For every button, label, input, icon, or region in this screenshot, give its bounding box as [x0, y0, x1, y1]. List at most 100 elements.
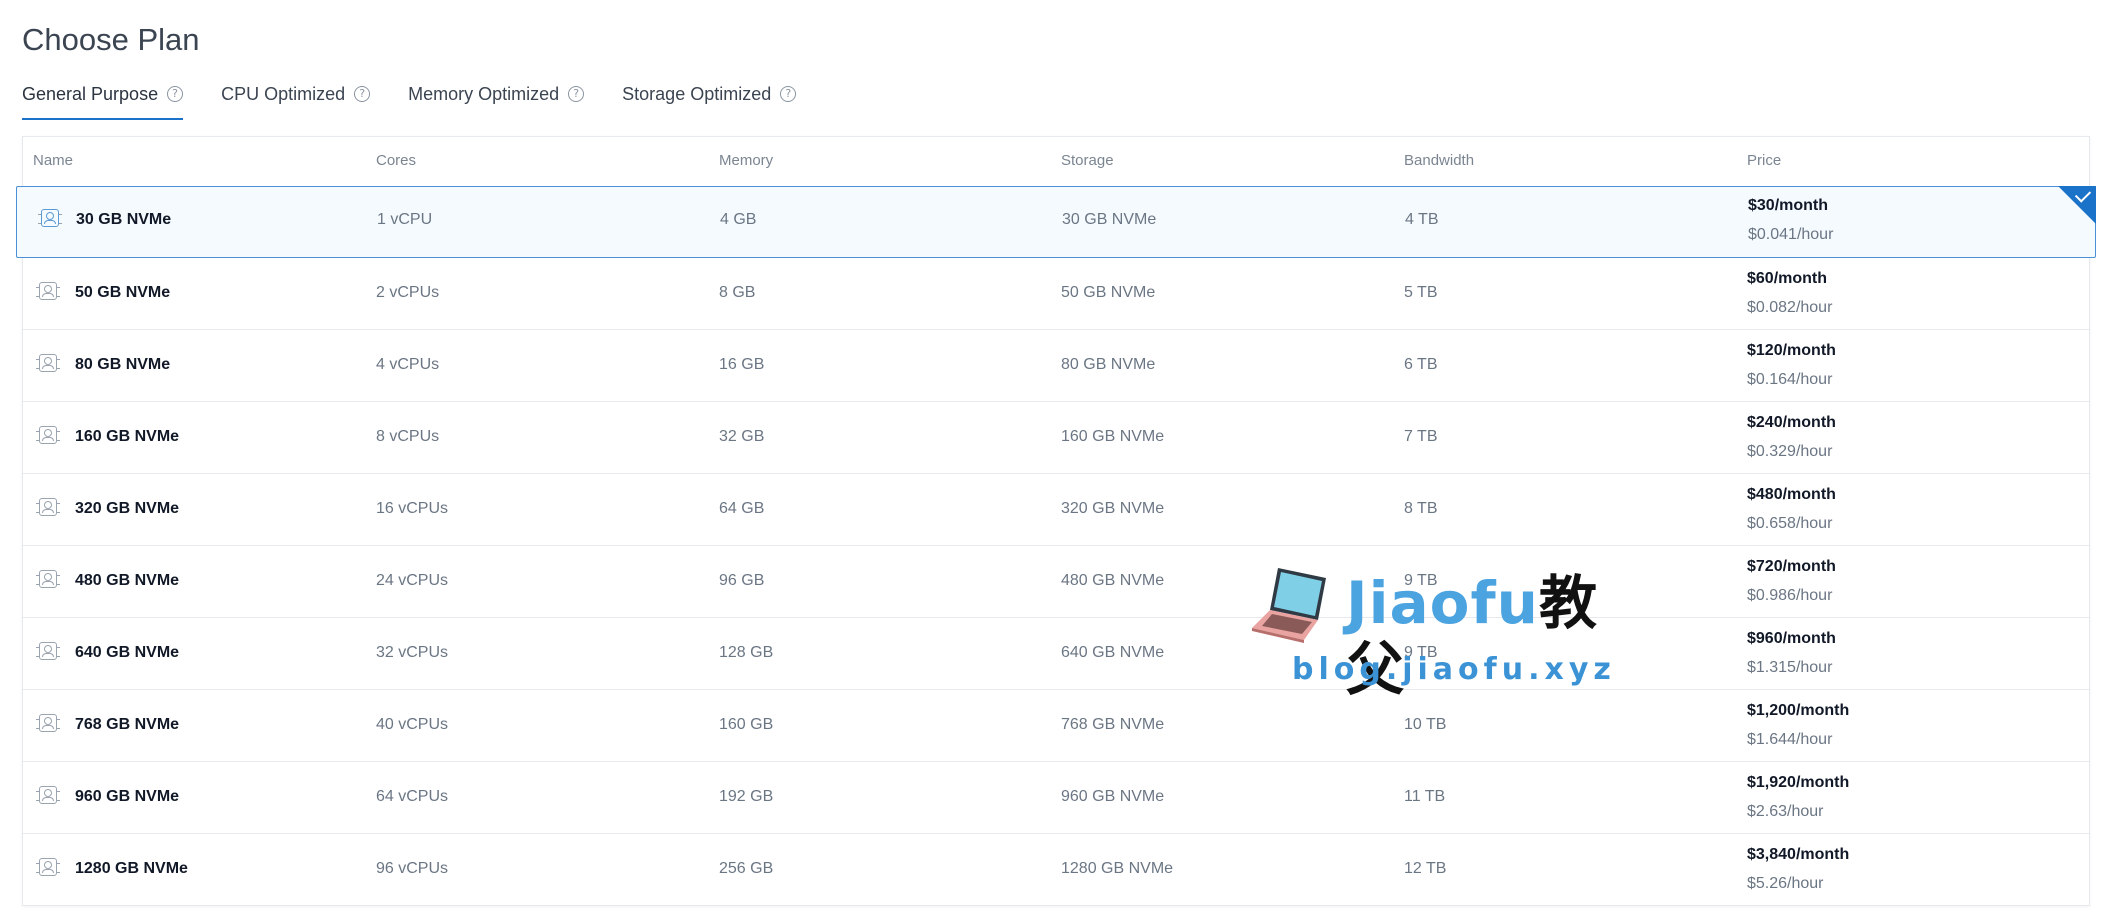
plan-name: 50 GB NVMe	[75, 284, 171, 301]
plan-price-hour: $5.26/hour	[1747, 875, 1824, 892]
question-circle-icon[interactable]: ?	[167, 86, 184, 102]
tab-general-purpose[interactable]: General Purpose ?	[22, 82, 184, 120]
plan-price-month: $960/month	[1747, 630, 1836, 647]
plan-name: 768 GB NVMe	[75, 716, 180, 733]
plan-storage: 50 GB NVMe	[1061, 284, 1156, 301]
plan-row[interactable]: 480 GB NVMe 24 vCPUs 96 GB 480 GB NVMe 9 TB $…	[23, 545, 2089, 618]
plan-row[interactable]: 1280 GB NVMe 96 vCPUs 256 GB 1280 GB NVMe 12…	[23, 833, 2089, 906]
plan-memory: 32 GB	[719, 428, 765, 445]
plan-row[interactable]: 160 GB NVMe 8 vCPUs 32 GB 160 GB NVMe 7 TB $2…	[23, 401, 2089, 474]
plan-name: 1280 GB NVMe	[75, 860, 188, 877]
tab-storage-optimized[interactable]: Storage Optimized ?	[622, 82, 797, 120]
tab-label: CPU Optimized	[221, 84, 346, 104]
plan-cores: 2 vCPUs	[376, 284, 440, 301]
question-circle-icon[interactable]: ?	[354, 86, 371, 102]
plan-memory: 256 GB	[719, 860, 774, 877]
plan-bandwidth: 4 TB	[1405, 211, 1439, 228]
plan-price-month: $1,200/month	[1747, 702, 1850, 719]
plan-price-hour: $1.315/hour	[1747, 659, 1833, 676]
plan-name: 30 GB NVMe	[76, 211, 172, 228]
choose-plan-page: Choose Plan General Purpose ? CPU Optimi…	[0, 0, 2108, 920]
plan-bandwidth: 9 TB	[1404, 644, 1438, 661]
plan-row[interactable]: 320 GB NVMe 16 vCPUs 64 GB 320 GB NVMe 8 TB $…	[23, 473, 2089, 546]
server-chip-icon	[36, 714, 60, 732]
plan-cores: 32 vCPUs	[376, 644, 449, 661]
plan-row[interactable]: 768 GB NVMe 40 vCPUs 160 GB 768 GB NVMe 10 T…	[23, 689, 2089, 762]
plan-storage: 640 GB NVMe	[1061, 644, 1165, 661]
plan-storage: 80 GB NVMe	[1061, 356, 1156, 373]
page-title: Choose Plan	[22, 22, 200, 57]
plan-row[interactable]: 80 GB NVMe 4 vCPUs 16 GB 80 GB NVMe 6 TB $120…	[23, 329, 2089, 402]
server-chip-icon	[38, 209, 62, 227]
plans-table: Name Cores Memory Storage Bandwidth Pric…	[16, 136, 2096, 906]
plan-price-hour: $0.986/hour	[1747, 587, 1833, 604]
plan-row[interactable]: 50 GB NVMe 2 vCPUs 8 GB 50 GB NVMe 5 TB $60/m…	[23, 257, 2089, 330]
server-chip-icon	[36, 858, 60, 876]
tab-label: Storage Optimized	[622, 84, 772, 104]
server-chip-icon	[36, 426, 60, 444]
column-header-bandwidth: Bandwidth	[1404, 152, 1475, 169]
plan-row[interactable]: 30 GB NVMe 1 vCPU 4 GB 30 GB NVMe 4 TB $30/mo…	[16, 186, 2096, 258]
column-header-cores: Cores	[376, 152, 417, 169]
plan-bandwidth: 7 TB	[1404, 428, 1438, 445]
plan-memory: 64 GB	[719, 500, 765, 517]
plan-name: 640 GB NVMe	[75, 644, 180, 661]
plan-bandwidth: 12 TB	[1404, 860, 1447, 877]
plan-cores: 24 vCPUs	[376, 572, 449, 589]
plan-storage: 1280 GB NVMe	[1061, 860, 1174, 877]
plan-memory: 4 GB	[720, 211, 757, 228]
plan-memory: 8 GB	[719, 284, 756, 301]
plan-cores: 64 vCPUs	[376, 788, 449, 805]
server-chip-icon	[36, 786, 60, 804]
plan-price-month: $720/month	[1747, 558, 1836, 575]
plan-price-month: $480/month	[1747, 486, 1836, 503]
plan-price-hour: $0.329/hour	[1747, 443, 1833, 460]
plan-bandwidth: 5 TB	[1404, 284, 1438, 301]
server-chip-icon	[36, 354, 60, 372]
plan-name: 80 GB NVMe	[75, 356, 171, 373]
question-circle-icon[interactable]: ?	[780, 86, 797, 102]
plan-storage: 480 GB NVMe	[1061, 572, 1165, 589]
tab-cpu-optimized[interactable]: CPU Optimized ?	[221, 82, 371, 120]
column-header-storage: Storage	[1061, 152, 1114, 169]
plan-bandwidth: 10 TB	[1404, 716, 1447, 733]
server-chip-icon	[36, 642, 60, 660]
plan-name: 480 GB NVMe	[75, 572, 180, 589]
plan-memory: 96 GB	[719, 572, 765, 589]
plan-row[interactable]: 960 GB NVMe 64 vCPUs 192 GB 960 GB NVMe 11 T…	[23, 761, 2089, 834]
plan-price-hour: $2.63/hour	[1747, 803, 1824, 820]
plan-storage: 30 GB NVMe	[1062, 211, 1157, 228]
plan-cores: 16 vCPUs	[376, 500, 449, 517]
plan-memory: 192 GB	[719, 788, 774, 805]
plan-cores: 96 vCPUs	[376, 860, 449, 877]
plan-bandwidth: 9 TB	[1404, 572, 1438, 589]
plan-cores: 1 vCPU	[377, 211, 433, 228]
question-circle-icon[interactable]: ?	[568, 86, 585, 102]
plan-bandwidth: 11 TB	[1404, 788, 1446, 805]
server-chip-icon	[36, 570, 60, 588]
tab-label: Memory Optimized	[408, 84, 560, 104]
column-header-price: Price	[1747, 152, 1782, 169]
plan-price-hour: $0.082/hour	[1747, 299, 1833, 316]
table-header: Name Cores Memory Storage Bandwidth Pric…	[23, 137, 2089, 185]
plan-price-hour: $0.041/hour	[1748, 226, 1834, 243]
plan-price-month: $3,840/month	[1747, 846, 1850, 863]
tab-label: General Purpose	[22, 84, 159, 104]
plan-memory: 16 GB	[719, 356, 765, 373]
plan-price-hour: $0.164/hour	[1747, 371, 1833, 388]
plan-row[interactable]: 640 GB NVMe 32 vCPUs 128 GB 640 GB NVMe 9 TB…	[23, 617, 2089, 690]
plan-category-tabs: General Purpose ? CPU Optimized ? Memory…	[22, 82, 834, 120]
plan-price-month: $120/month	[1747, 342, 1836, 359]
plan-storage: 960 GB NVMe	[1061, 788, 1165, 805]
column-header-name: Name	[33, 152, 74, 169]
plan-price-month: $240/month	[1747, 414, 1836, 431]
plan-storage: 320 GB NVMe	[1061, 500, 1165, 517]
plan-name: 320 GB NVMe	[75, 500, 180, 517]
plan-cores: 8 vCPUs	[376, 428, 440, 445]
column-header-memory: Memory	[719, 152, 774, 169]
plan-price-hour: $0.658/hour	[1747, 515, 1833, 532]
plan-bandwidth: 8 TB	[1404, 500, 1438, 517]
plan-memory: 160 GB	[719, 716, 774, 733]
plan-price-month: $30/month	[1748, 197, 1829, 214]
tab-memory-optimized[interactable]: Memory Optimized ?	[408, 82, 585, 120]
